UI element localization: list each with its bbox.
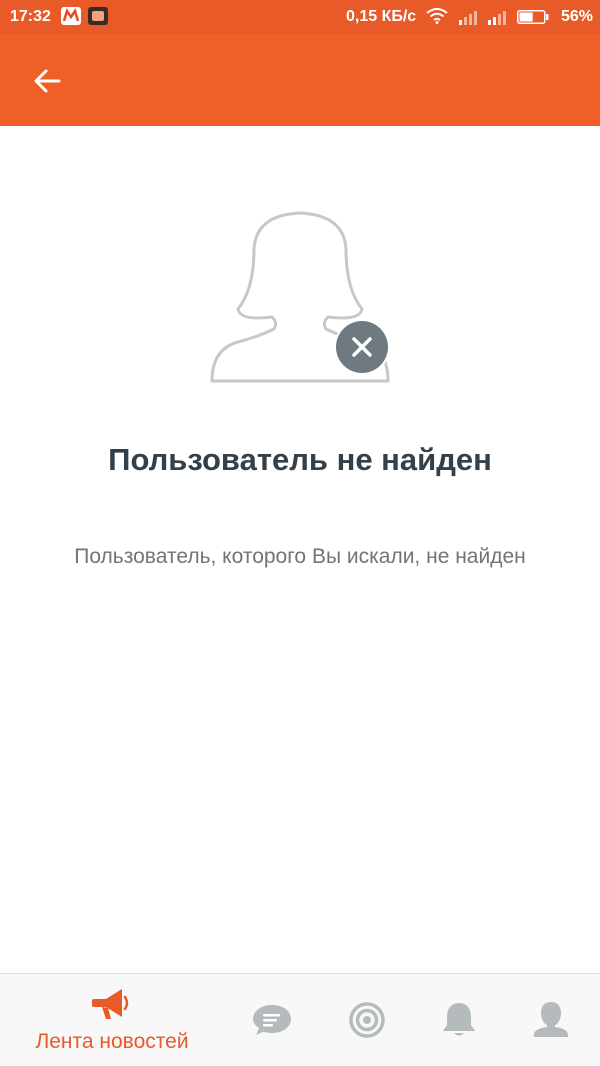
metro-notification-icon	[61, 7, 81, 25]
wifi-icon	[426, 8, 448, 29]
arrow-left-icon	[34, 69, 61, 93]
target-icon	[346, 1000, 388, 1045]
signal-strength-icon	[458, 9, 480, 25]
nav-item-news-feed[interactable]: Лента новостей	[12, 974, 212, 1066]
nav-item-messages[interactable]	[245, 974, 305, 1066]
network-speed: 0,15 КБ/с	[346, 8, 417, 25]
battery-icon	[517, 10, 549, 24]
nav-item-profile[interactable]	[524, 974, 584, 1066]
page-title: Пользователь не найден	[108, 442, 492, 477]
person-icon	[530, 1000, 572, 1045]
nav-item-notifications[interactable]	[432, 974, 492, 1066]
bell-icon	[438, 1000, 480, 1045]
status-time: 17:32	[10, 8, 51, 25]
megaphone-icon	[90, 984, 134, 1029]
app-toolbar	[0, 34, 600, 126]
status-bar: 17:32 0,15 КБ/с 56%	[0, 0, 600, 34]
back-button[interactable]	[22, 56, 72, 106]
user-not-found-screen: 17:32 0,15 КБ/с 56% Пользователь не найд…	[0, 0, 600, 1066]
chat-bubble-icon	[251, 1000, 293, 1045]
app-notification-icon	[88, 7, 108, 25]
nav-item-discussions[interactable]	[340, 974, 400, 1066]
signal-strength-icon	[487, 9, 509, 25]
nav-item-label: Лента новостей	[35, 1030, 189, 1053]
bottom-navigation: Лента новостей	[0, 973, 600, 1066]
battery-percent: 56%	[561, 8, 594, 25]
page-subtitle: Пользователь, которого Вы искали, не най…	[74, 545, 526, 568]
user-not-found-icon	[200, 205, 400, 395]
